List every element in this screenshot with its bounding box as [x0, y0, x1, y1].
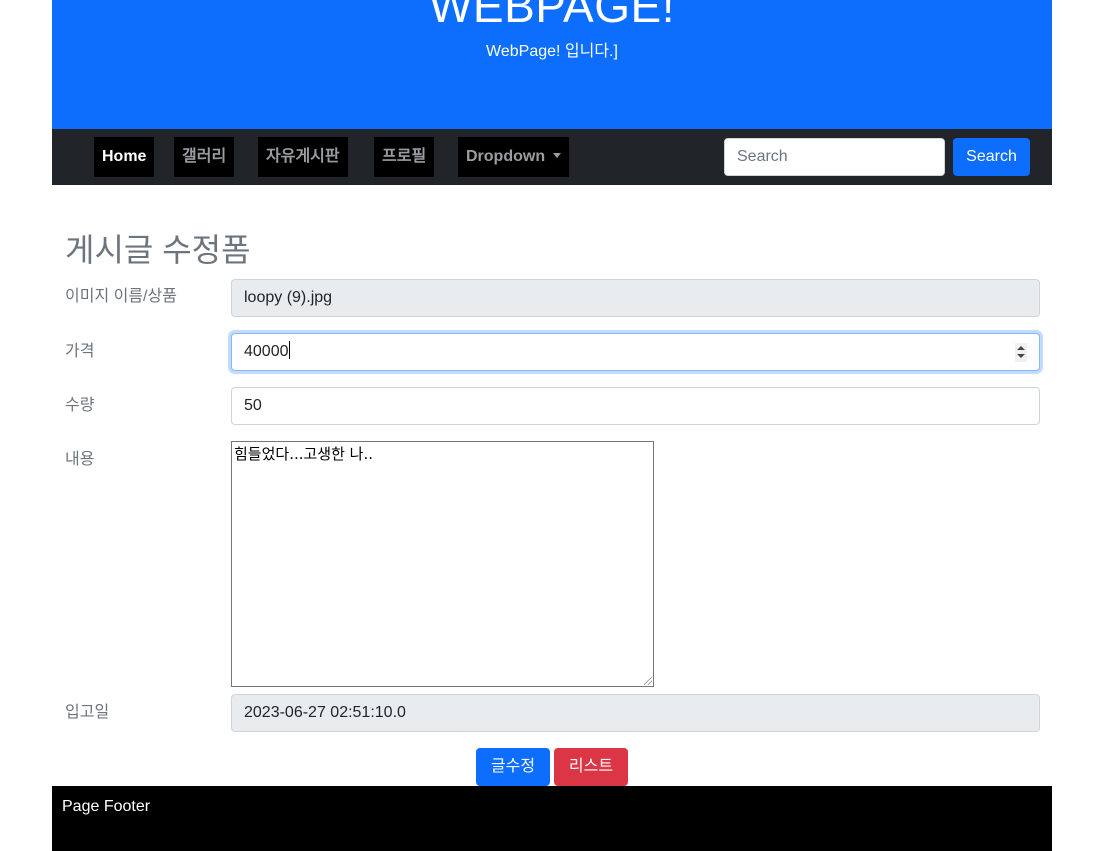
price-label: 가격: [65, 343, 95, 360]
content-text: 힘들었다...고생한 나..: [234, 445, 374, 463]
form-title: 게시글 수정폼: [65, 232, 251, 268]
navbar: Home 갤러리 자유게시판 프로필 Dropdown Search: [52, 129, 1052, 185]
quantity-input[interactable]: 50: [231, 387, 1040, 425]
caret-down-icon: [553, 153, 562, 158]
search-button[interactable]: Search: [953, 138, 1030, 176]
content-textarea[interactable]: 힘들었다...고생한 나..: [231, 441, 654, 687]
nav-profile[interactable]: 프로필: [374, 137, 435, 177]
stock-date-field: 2023-06-27 02:51:10.0: [231, 694, 1040, 732]
page-container: WEBPAGE! WebPage! 입니다.] Home 갤러리 자유게시판 프…: [52, 0, 1052, 851]
spinner-up-icon: [1017, 346, 1025, 350]
site-title: WEBPAGE!: [429, 0, 675, 32]
site-subtitle: WebPage! 입니다.]: [486, 43, 618, 60]
text-cursor: [288, 341, 290, 359]
spinner-down-icon: [1017, 354, 1025, 358]
page-footer: Page Footer: [52, 786, 1052, 851]
nav-dropdown[interactable]: Dropdown: [458, 137, 570, 177]
image-name-label: 이미지 이름/상품: [65, 288, 177, 305]
stock-date-label: 입고일: [65, 704, 110, 721]
resize-grip-icon[interactable]: [644, 677, 652, 685]
nav-dropdown-label: Dropdown: [466, 148, 546, 165]
content-label: 내용: [65, 451, 95, 468]
nav-home[interactable]: Home: [94, 137, 155, 177]
list-button[interactable]: 리스트: [554, 748, 628, 786]
price-input[interactable]: 40000: [231, 333, 1040, 371]
nav-gallery[interactable]: 갤러리: [174, 137, 235, 177]
search-input[interactable]: [724, 138, 945, 176]
number-spinner[interactable]: [1015, 343, 1027, 362]
nav-free-board[interactable]: 자유게시판: [258, 137, 348, 177]
footer-text: Page Footer: [62, 798, 151, 815]
image-name-field: loopy (9).jpg: [231, 279, 1040, 317]
edit-button[interactable]: 글수정: [476, 748, 550, 786]
price-value: 40000: [244, 343, 289, 360]
quantity-label: 수량: [65, 397, 95, 414]
site-header: WEBPAGE! WebPage! 입니다.]: [52, 0, 1052, 129]
